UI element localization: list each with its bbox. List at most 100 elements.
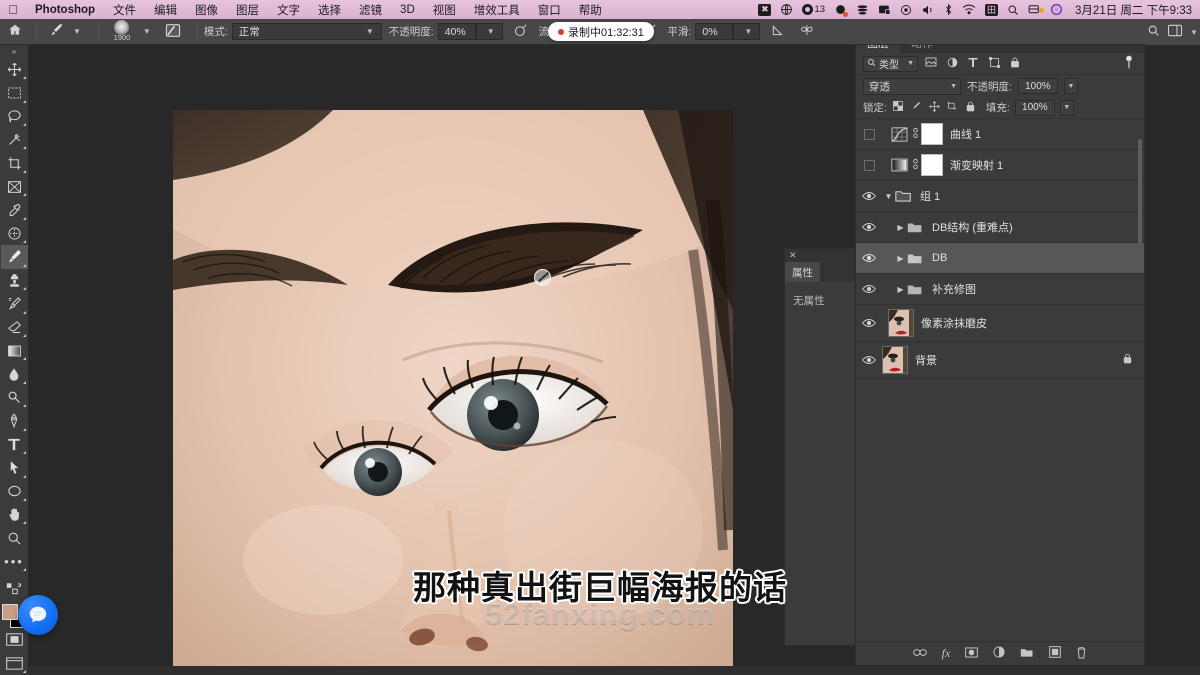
smoothing-input[interactable]: 0% [695, 23, 734, 40]
close-icon[interactable]: ✕ [785, 249, 855, 262]
brush-tool[interactable] [0, 245, 28, 269]
filter-kind-select[interactable]: 类型 ▼ [863, 55, 918, 72]
gradient-tool[interactable] [1, 339, 28, 362]
group-expand-toggle[interactable]: ▶ [894, 254, 907, 263]
menu-item-image[interactable]: 图像 [186, 2, 227, 18]
opacity-dropdown[interactable]: ▼ [475, 23, 503, 40]
layer-mask-thumbnail[interactable] [921, 154, 943, 176]
chevron-down-icon[interactable]: ▼ [139, 27, 155, 36]
layer-style-fx-icon[interactable]: fx [942, 646, 951, 661]
table-row[interactable]: ▶ DB [856, 243, 1144, 274]
adjustment-layer-icon[interactable] [993, 646, 1005, 661]
battery-icon[interactable]: 13 [802, 4, 825, 15]
apple-logo-icon[interactable]:  [0, 3, 26, 16]
table-row[interactable]: 渐变映射 1 [856, 150, 1144, 181]
marquee-tool[interactable] [1, 81, 28, 104]
chat-bubble-button[interactable] [18, 595, 58, 635]
layer-visibility-toggle[interactable] [856, 318, 882, 328]
magic-wand-tool[interactable] [1, 128, 28, 151]
brush-angle-button[interactable] [767, 23, 789, 40]
foreground-color-swatch[interactable] [2, 603, 18, 620]
layer-visibility-toggle[interactable] [856, 222, 882, 232]
layer-visibility-toggle[interactable] [856, 159, 882, 171]
type-tool[interactable] [1, 433, 28, 456]
blend-mode-select[interactable]: 正常 ▼ [231, 23, 382, 40]
pixel-filter-icon[interactable] [923, 57, 939, 70]
search-icon[interactable] [1147, 24, 1160, 40]
table-row[interactable]: 曲线 1 [856, 119, 1144, 150]
swap-colors-button[interactable] [1, 577, 28, 600]
chevron-down-icon[interactable]: ▼ [69, 27, 85, 36]
layer-visibility-toggle[interactable] [856, 253, 882, 263]
table-row[interactable]: ▶ DB结构 (重难点) [856, 212, 1144, 243]
fill-value[interactable]: 100% [1014, 99, 1055, 116]
wifi-icon[interactable] [962, 4, 976, 15]
add-mask-icon[interactable] [965, 646, 979, 661]
layer-opacity-dropdown[interactable]: ▼ [1063, 78, 1078, 94]
layer-thumbnail[interactable] [882, 346, 908, 374]
chevrons-right-icon[interactable]: » [0, 45, 28, 58]
menu-item-plugins[interactable]: 增效工具 [465, 2, 529, 18]
history-brush-tool[interactable] [1, 292, 28, 315]
layer-visibility-toggle[interactable] [856, 191, 882, 201]
menu-item-view[interactable]: 视图 [424, 2, 465, 18]
type-filter-icon[interactable] [965, 57, 981, 71]
table-row[interactable]: ▶ 补充修图 [856, 274, 1144, 305]
menubar-clock[interactable]: 3月21日 周二 下午9:33 [1072, 2, 1192, 18]
delete-layer-icon[interactable] [1076, 646, 1087, 662]
opacity-input[interactable]: 40% [437, 23, 476, 40]
symmetry-button[interactable] [796, 23, 818, 40]
volume-icon[interactable] [921, 4, 935, 16]
curves-icon[interactable] [889, 124, 909, 144]
document-image[interactable] [173, 110, 733, 672]
menu-item-help[interactable]: 帮助 [570, 2, 611, 18]
shape-filter-icon[interactable] [986, 56, 1002, 71]
lasso-tool[interactable] [1, 105, 28, 128]
zoom-tool[interactable] [1, 526, 28, 549]
bluetooth-icon[interactable] [944, 3, 953, 16]
airplay-icon[interactable] [878, 4, 891, 16]
table-row[interactable]: ▼ 组 1 [856, 181, 1144, 212]
layer-list-scrollbar[interactable] [1138, 139, 1142, 244]
layer-thumbnail[interactable] [888, 309, 914, 337]
smoothing-dropdown[interactable]: ▼ [733, 23, 761, 40]
screen-mode-button[interactable] [1, 652, 28, 675]
brush-preset-picker[interactable]: 1900 ▼ [105, 19, 155, 44]
screen-share-icon[interactable]: ✖ [758, 3, 772, 16]
pen-tool[interactable] [1, 409, 28, 432]
ellipse-tool[interactable] [1, 480, 28, 503]
adjustment-filter-icon[interactable] [944, 57, 960, 71]
globe-icon[interactable] [780, 3, 793, 16]
smart-object-filter-icon[interactable] [1007, 57, 1023, 71]
layer-mask-thumbnail[interactable] [921, 123, 943, 145]
move-tool[interactable] [1, 58, 28, 81]
edit-toolbar-button[interactable]: ••• [1, 550, 28, 573]
menu-item-type[interactable]: 文字 [268, 2, 309, 18]
quick-mask-button[interactable] [1, 628, 28, 651]
brush-settings-panel-button[interactable] [162, 23, 184, 41]
menu-item-window[interactable]: 窗口 [529, 2, 570, 18]
lock-image-icon[interactable] [910, 101, 923, 114]
menu-item-layer[interactable]: 图层 [227, 2, 268, 18]
path-selection-tool[interactable] [1, 456, 28, 479]
lock-position-icon[interactable] [928, 100, 941, 115]
menu-item-file[interactable]: 文件 [104, 2, 145, 18]
chevron-down-icon[interactable]: ▼ [1190, 28, 1198, 37]
app-name-label[interactable]: Photoshop [26, 4, 104, 16]
new-layer-icon[interactable] [1049, 646, 1062, 661]
table-row[interactable]: 背景 [856, 342, 1144, 379]
dodge-tool[interactable] [1, 386, 28, 409]
search-icon[interactable] [1007, 4, 1019, 16]
new-group-icon[interactable] [1020, 647, 1034, 661]
group-expand-toggle[interactable]: ▶ [894, 223, 907, 232]
lock-artboard-icon[interactable] [946, 101, 959, 114]
group-expand-toggle[interactable]: ▼ [882, 192, 895, 201]
table-row[interactable]: 像素涂抹磨皮 [856, 305, 1144, 342]
time-machine-icon[interactable] [900, 4, 912, 16]
spot-healing-tool[interactable] [1, 222, 28, 245]
menu-item-select[interactable]: 选择 [309, 2, 350, 18]
hand-tool[interactable] [1, 503, 28, 526]
lock-transparency-icon[interactable] [892, 101, 905, 114]
home-icon[interactable] [0, 23, 30, 40]
input-method-icon[interactable]: 田 [985, 3, 999, 16]
